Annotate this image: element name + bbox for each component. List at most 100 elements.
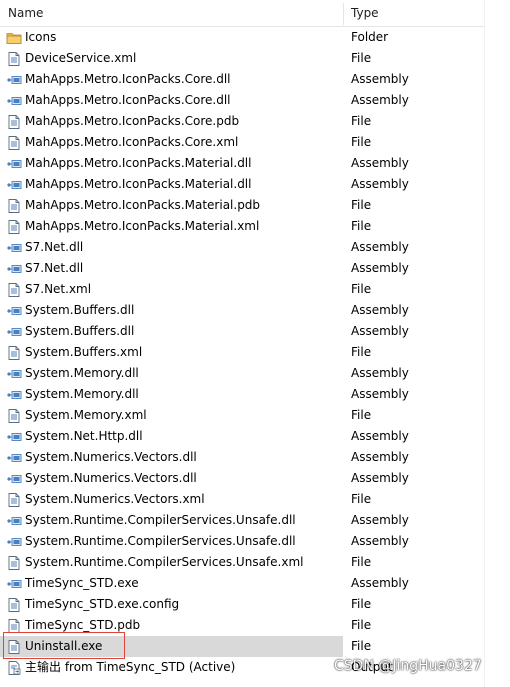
file-row[interactable]: System.Numerics.Vectors.dll Assembly xyxy=(0,447,510,468)
file-name-cell[interactable]: TimeSync_STD.pdb xyxy=(0,615,343,636)
file-name: S7.Net.dll xyxy=(25,261,84,275)
file-row[interactable]: MahApps.Metro.IconPacks.Material.dll Asse… xyxy=(0,174,510,195)
file-name-cell[interactable]: TimeSync_STD.exe xyxy=(0,573,343,594)
file-name-cell[interactable]: S7.Net.dll xyxy=(0,258,343,279)
file-row[interactable]: System.Memory.dll Assembly xyxy=(0,363,510,384)
file-name: MahApps.Metro.IconPacks.Material.dll xyxy=(25,177,252,191)
file-name-cell[interactable]: S7.Net.xml xyxy=(0,279,343,300)
assembly-icon xyxy=(6,240,22,256)
file-name-cell[interactable]: System.Buffers.xml xyxy=(0,342,343,363)
assembly-icon xyxy=(6,429,22,445)
file-row[interactable]: MahApps.Metro.IconPacks.Core.dll Assembly xyxy=(0,90,510,111)
file-row[interactable]: S7.Net.xml File xyxy=(0,279,510,300)
file-icon xyxy=(6,219,22,235)
file-name-cell[interactable]: System.Runtime.CompilerServices.Unsafe.x… xyxy=(0,552,343,573)
file-row[interactable]: Uninstall.exe File xyxy=(0,636,510,657)
assembly-icon xyxy=(6,261,22,277)
column-divider[interactable] xyxy=(343,3,344,25)
file-row[interactable]: System.Numerics.Vectors.dll Assembly xyxy=(0,468,510,489)
column-header-name[interactable]: Name xyxy=(8,0,43,26)
file-name-cell[interactable]: System.Net.Http.dll xyxy=(0,426,343,447)
file-row[interactable]: DeviceService.xml File xyxy=(0,48,510,69)
file-row[interactable]: S7.Net.dll Assembly xyxy=(0,258,510,279)
file-type: File xyxy=(351,492,372,506)
file-icon xyxy=(6,597,22,613)
file-name: System.Numerics.Vectors.dll xyxy=(25,450,197,464)
file-name-cell[interactable]: Icons xyxy=(0,27,343,48)
file-type: Assembly xyxy=(351,576,409,590)
file-row[interactable]: TimeSync_STD.exe.config File xyxy=(0,594,510,615)
file-row[interactable]: System.Buffers.dll Assembly xyxy=(0,300,510,321)
file-name-cell[interactable]: System.Numerics.Vectors.dll xyxy=(0,447,343,468)
file-type: Assembly xyxy=(351,450,409,464)
file-name: System.Memory.dll xyxy=(25,366,139,380)
file-name-cell[interactable]: System.Runtime.CompilerServices.Unsafe.d… xyxy=(0,531,343,552)
file-type: File xyxy=(351,618,372,632)
file-row[interactable]: System.Net.Http.dll Assembly xyxy=(0,426,510,447)
file-name-cell[interactable]: Uninstall.exe xyxy=(0,636,343,657)
assembly-icon xyxy=(6,303,22,319)
file-name: System.Numerics.Vectors.dll xyxy=(25,471,197,485)
file-name: S7.Net.dll xyxy=(25,240,84,254)
file-name: System.Buffers.xml xyxy=(25,345,143,359)
file-row[interactable]: MahApps.Metro.IconPacks.Material.xml File xyxy=(0,216,510,237)
file-row[interactable]: S7.Net.dll Assembly xyxy=(0,237,510,258)
file-name-cell[interactable]: System.Runtime.CompilerServices.Unsafe.d… xyxy=(0,510,343,531)
file-name-cell[interactable]: System.Buffers.dll xyxy=(0,300,343,321)
file-name: System.Numerics.Vectors.xml xyxy=(25,492,205,506)
file-row[interactable]: System.Runtime.CompilerServices.Unsafe.d… xyxy=(0,510,510,531)
file-row[interactable]: System.Buffers.xml File xyxy=(0,342,510,363)
file-name: MahApps.Metro.IconPacks.Material.dll xyxy=(25,156,252,170)
file-row[interactable]: System.Runtime.CompilerServices.Unsafe.x… xyxy=(0,552,510,573)
file-row[interactable]: System.Runtime.CompilerServices.Unsafe.d… xyxy=(0,531,510,552)
assembly-icon xyxy=(6,471,22,487)
file-row[interactable]: MahApps.Metro.IconPacks.Material.dll Asse… xyxy=(0,153,510,174)
file-name-cell[interactable]: DeviceService.xml xyxy=(0,48,343,69)
vertical-scrollbar[interactable] xyxy=(484,0,510,687)
file-name-cell[interactable]: System.Memory.xml xyxy=(0,405,343,426)
column-header-type[interactable]: Type xyxy=(351,0,379,26)
file-icon xyxy=(6,135,22,151)
file-row[interactable]: System.Numerics.Vectors.xml File xyxy=(0,489,510,510)
file-name-cell[interactable]: System.Numerics.Vectors.xml xyxy=(0,489,343,510)
file-name-cell[interactable]: MahApps.Metro.IconPacks.Core.pdb xyxy=(0,111,343,132)
file-row[interactable]: System.Memory.dll Assembly xyxy=(0,384,510,405)
file-type: Assembly xyxy=(351,534,409,548)
file-icon xyxy=(6,639,22,655)
file-row[interactable]: MahApps.Metro.IconPacks.Material.pdb File xyxy=(0,195,510,216)
file-icon xyxy=(6,492,22,508)
file-icon xyxy=(6,618,22,634)
file-row[interactable]: Icons Folder xyxy=(0,27,510,48)
file-icon xyxy=(6,408,22,424)
file-name-cell[interactable]: System.Buffers.dll xyxy=(0,321,343,342)
file-type: Assembly xyxy=(351,240,409,254)
file-name-cell[interactable]: MahApps.Metro.IconPacks.Material.dll xyxy=(0,153,343,174)
file-row[interactable]: TimeSync_STD.exe Assembly xyxy=(0,573,510,594)
file-name-cell[interactable]: System.Numerics.Vectors.dll xyxy=(0,468,343,489)
file-type: File xyxy=(351,597,372,611)
file-name-cell[interactable]: MahApps.Metro.IconPacks.Material.xml xyxy=(0,216,343,237)
file-name: System.Runtime.CompilerServices.Unsafe.d… xyxy=(25,534,296,548)
file-row[interactable]: MahApps.Metro.IconPacks.Core.pdb File xyxy=(0,111,510,132)
file-type: File xyxy=(351,555,372,569)
file-row[interactable]: System.Buffers.dll Assembly xyxy=(0,321,510,342)
file-name-cell[interactable]: MahApps.Metro.IconPacks.Material.dll xyxy=(0,174,343,195)
file-name-cell[interactable]: 主输出 from TimeSync_STD (Active) xyxy=(0,657,343,678)
file-row[interactable]: System.Memory.xml File xyxy=(0,405,510,426)
file-name-cell[interactable]: System.Memory.dll xyxy=(0,363,343,384)
file-icon xyxy=(6,198,22,214)
assembly-icon xyxy=(6,576,22,592)
file-name-cell[interactable]: System.Memory.dll xyxy=(0,384,343,405)
file-name-cell[interactable]: MahApps.Metro.IconPacks.Core.dll xyxy=(0,69,343,90)
column-header: Name Type xyxy=(0,0,510,27)
file-row[interactable]: MahApps.Metro.IconPacks.Core.dll Assembly xyxy=(0,69,510,90)
file-name-cell[interactable]: S7.Net.dll xyxy=(0,237,343,258)
file-type: Assembly xyxy=(351,261,409,275)
file-name-cell[interactable]: MahApps.Metro.IconPacks.Core.dll xyxy=(0,90,343,111)
file-row[interactable]: MahApps.Metro.IconPacks.Core.xml File xyxy=(0,132,510,153)
file-name-cell[interactable]: MahApps.Metro.IconPacks.Material.pdb xyxy=(0,195,343,216)
file-row[interactable]: TimeSync_STD.pdb File xyxy=(0,615,510,636)
folder-icon xyxy=(6,30,22,46)
file-name-cell[interactable]: MahApps.Metro.IconPacks.Core.xml xyxy=(0,132,343,153)
file-name-cell[interactable]: TimeSync_STD.exe.config xyxy=(0,594,343,615)
